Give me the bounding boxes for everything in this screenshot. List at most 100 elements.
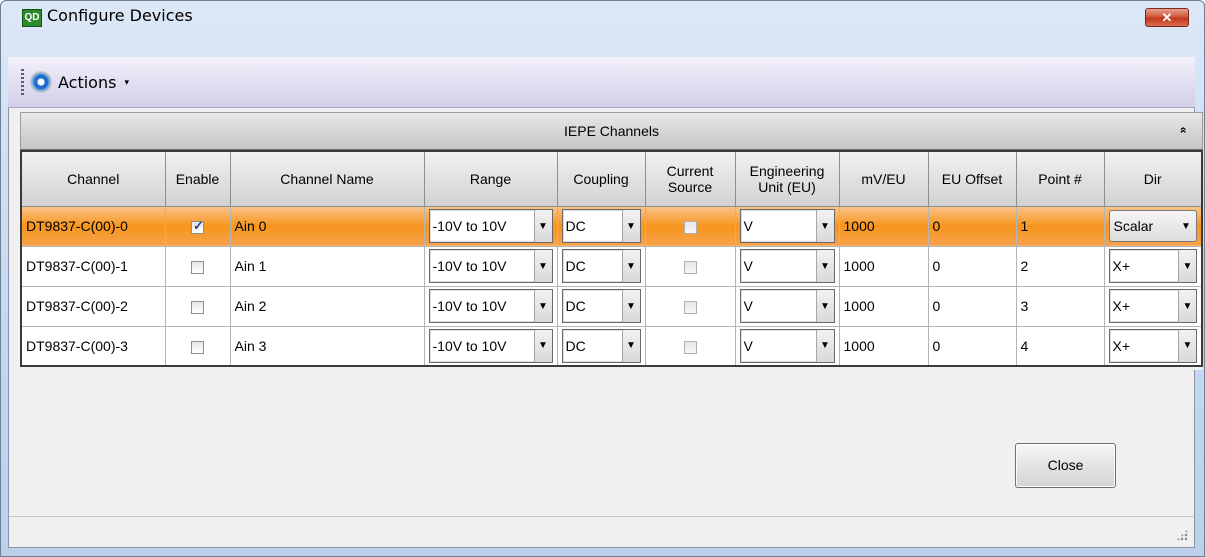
column-header[interactable]: Enable	[164, 150, 231, 207]
eu-offset-cell[interactable]: 0	[927, 285, 1017, 327]
channel-cell[interactable]: DT9837-C(00)-2	[20, 285, 166, 327]
range-dropdown[interactable]: -10V to 10V ▼	[428, 289, 553, 323]
enable-cell	[164, 205, 231, 247]
dropdown-arrow-icon[interactable]: ▼	[1176, 221, 1196, 232]
column-header[interactable]: mV/EU	[838, 150, 929, 207]
engineering-unit-dropdown[interactable]: V ▼	[739, 249, 835, 283]
engineering-unit-cell: V ▼	[734, 325, 840, 367]
engineering-unit-dropdown[interactable]: V ▼	[739, 209, 835, 243]
coupling-value: DC	[565, 218, 586, 234]
dir-value: X+	[1112, 298, 1131, 314]
column-header[interactable]: Engineering Unit (EU)	[734, 150, 840, 207]
column-header[interactable]: Channel Name	[229, 150, 425, 207]
dropdown-arrow-icon[interactable]: ▼	[1178, 290, 1196, 322]
column-header[interactable]: Current Source	[644, 150, 736, 207]
dir-value: Scalar	[1113, 218, 1154, 234]
enable-checkbox[interactable]	[191, 260, 204, 274]
table-row[interactable]: DT9837-C(00)-1 Ain 1 -10V to 10V ▼ DC ▼ V ▼ 1000…	[20, 245, 1203, 287]
mv-eu-cell[interactable]: 1000	[838, 245, 929, 287]
dropdown-arrow-icon[interactable]: ▼	[621, 329, 640, 362]
dropdown-arrow-icon[interactable]: ▼	[533, 290, 552, 322]
enable-checkbox[interactable]	[191, 300, 204, 314]
channel-name-cell[interactable]: Ain 1	[229, 245, 425, 287]
table-row[interactable]: DT9837-C(00)-3 Ain 3 -10V to 10V ▼ DC ▼ V ▼ 1000…	[20, 325, 1203, 367]
column-header[interactable]: Point #	[1015, 150, 1105, 207]
enable-checkbox[interactable]	[191, 218, 204, 234]
range-cell: -10V to 10V ▼	[423, 285, 558, 327]
dropdown-arrow-icon[interactable]: ▼	[815, 290, 834, 322]
toolbar-grip[interactable]	[21, 69, 24, 97]
coupling-dropdown[interactable]: DC ▼	[561, 328, 641, 363]
range-cell: -10V to 10V ▼	[423, 325, 558, 367]
close-button[interactable]: Close	[1015, 443, 1116, 488]
channel-cell[interactable]: DT9837-C(00)-3	[20, 325, 166, 367]
table-row[interactable]: DT9837-C(00)-2 Ain 2 -10V to 10V ▼ DC ▼ V ▼ 1000…	[20, 285, 1203, 327]
coupling-dropdown[interactable]: DC ▼	[561, 249, 641, 283]
eu-offset-cell[interactable]: 0	[927, 325, 1017, 367]
channel-name-cell[interactable]: Ain 0	[229, 205, 425, 247]
title-bar: QD Configure Devices ✕	[1, 1, 1204, 31]
column-header[interactable]: Coupling	[556, 150, 646, 207]
dir-cell: X+ ▼	[1103, 325, 1203, 367]
dropdown-arrow-icon[interactable]: ▼	[815, 210, 834, 242]
engineering-unit-dropdown[interactable]: V ▼	[739, 328, 835, 363]
dropdown-arrow-icon[interactable]: ▼	[533, 329, 552, 362]
dropdown-arrow-icon[interactable]: ▼	[815, 250, 834, 282]
collapse-icon[interactable]: »	[1176, 123, 1190, 137]
range-dropdown[interactable]: -10V to 10V ▼	[428, 328, 553, 363]
dropdown-arrow-icon[interactable]: ▼	[621, 290, 640, 322]
point-cell[interactable]: 2	[1015, 245, 1105, 287]
dir-dropdown[interactable]: X+ ▼	[1108, 328, 1197, 363]
range-value: -10V to 10V	[432, 337, 507, 354]
mv-eu-cell[interactable]: 1000	[838, 285, 929, 327]
dropdown-arrow-icon[interactable]: ▼	[533, 250, 552, 282]
coupling-dropdown[interactable]: DC ▼	[561, 209, 641, 243]
range-value: -10V to 10V	[432, 258, 507, 274]
coupling-cell: DC ▼	[556, 285, 646, 327]
current-source-checkbox[interactable]	[683, 300, 697, 314]
window-title: Configure Devices	[47, 6, 193, 25]
app-icon: QD	[22, 9, 42, 27]
dropdown-arrow-icon[interactable]: ▼	[621, 250, 640, 282]
enable-checkbox[interactable]	[191, 340, 204, 354]
column-header[interactable]: Dir	[1103, 150, 1203, 207]
current-source-checkbox[interactable]	[683, 260, 697, 274]
channel-cell[interactable]: DT9837-C(00)-1	[20, 245, 166, 287]
column-header[interactable]: Range	[423, 150, 558, 207]
point-cell[interactable]: 1	[1015, 205, 1105, 247]
group-title: IEPE Channels	[564, 123, 659, 139]
dropdown-arrow-icon[interactable]: ▼	[815, 329, 834, 362]
dir-dropdown[interactable]: X+ ▼	[1108, 289, 1197, 323]
window-close-button[interactable]: ✕	[1145, 8, 1189, 27]
range-dropdown[interactable]: -10V to 10V ▼	[428, 209, 553, 243]
channel-name-cell[interactable]: Ain 2	[229, 285, 425, 327]
coupling-value: DC	[565, 337, 586, 354]
dir-dropdown[interactable]: X+ ▼	[1108, 249, 1197, 283]
column-header[interactable]: Channel	[20, 150, 166, 207]
point-cell[interactable]: 3	[1015, 285, 1105, 327]
channel-cell[interactable]: DT9837-C(00)-0	[20, 205, 166, 247]
coupling-dropdown[interactable]: DC ▼	[561, 289, 641, 323]
current-source-checkbox[interactable]	[683, 220, 697, 234]
table-row[interactable]: DT9837-C(00)-0Ain 0-10V to 10V▼DC▼V▼1000…	[20, 205, 1203, 247]
current-source-checkbox[interactable]	[683, 340, 697, 354]
coupling-cell: DC ▼	[556, 205, 646, 247]
dropdown-arrow-icon[interactable]: ▼	[1178, 250, 1196, 282]
mv-eu-cell[interactable]: 1000	[838, 205, 929, 247]
column-header[interactable]: EU Offset	[927, 150, 1017, 207]
dropdown-arrow-icon[interactable]: ▼	[533, 210, 552, 242]
dropdown-arrow-icon[interactable]: ▼	[621, 210, 640, 242]
eu-offset-cell[interactable]: 0	[927, 205, 1017, 247]
mv-eu-cell[interactable]: 1000	[838, 325, 929, 367]
point-cell[interactable]: 4	[1015, 325, 1105, 367]
resize-grip-icon[interactable]	[1176, 529, 1188, 541]
current-source-cell	[644, 205, 736, 247]
enable-cell	[164, 325, 231, 367]
range-dropdown[interactable]: -10V to 10V ▼	[428, 249, 553, 283]
engineering-unit-dropdown[interactable]: V ▼	[739, 289, 835, 323]
dir-dropdown[interactable]: Scalar ▼	[1108, 210, 1197, 242]
eu-offset-cell[interactable]: 0	[927, 245, 1017, 287]
actions-menu-button[interactable]: Actions ▾	[30, 69, 129, 95]
dropdown-arrow-icon[interactable]: ▼	[1178, 329, 1196, 362]
channel-name-cell[interactable]: Ain 3	[229, 325, 425, 367]
